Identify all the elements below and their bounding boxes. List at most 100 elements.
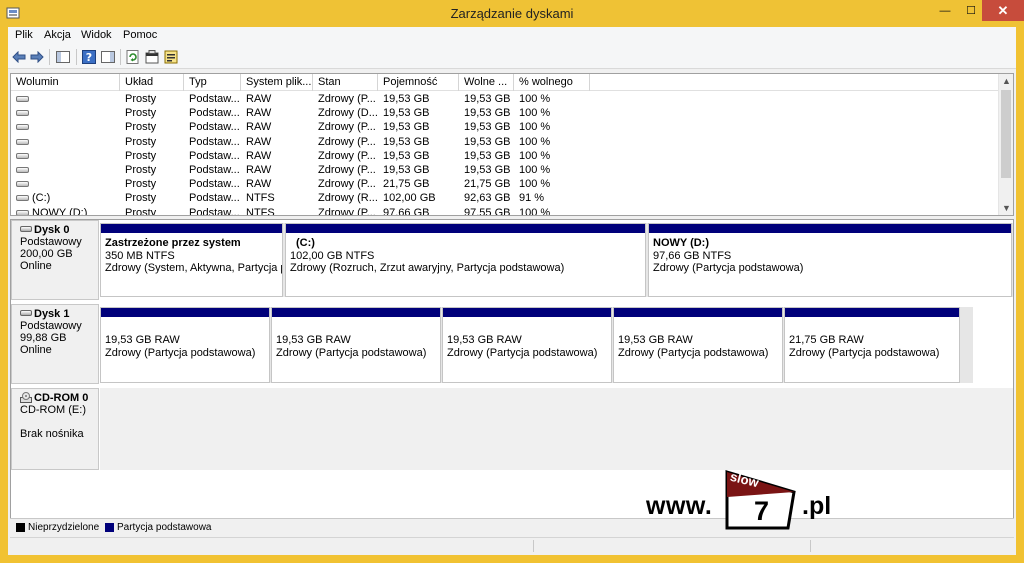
refresh-icon[interactable] [124,48,142,66]
toolbar: ? [8,45,1016,69]
table-cell: Podstaw... [189,135,240,148]
partition-raw-1[interactable]: 19,53 GB RAW Zdrowy (Partycja podstawowa) [100,307,270,383]
forward-arrow-icon[interactable] [28,48,46,66]
toolbar-separator [76,49,77,65]
column-system-plikow[interactable]: System plik... [241,74,313,91]
table-row[interactable]: Prosty Podstaw... RAW Zdrowy (P... 19,53 GB 1… [11,92,1001,106]
disk-0-status: Online [20,260,52,272]
menu-akcja[interactable]: Akcja [44,29,71,41]
partition-raw-3[interactable]: 19,53 GB RAW Zdrowy (Partycja podstawowa) [442,307,612,383]
column-pojemnosc[interactable]: Pojemność [378,74,459,91]
close-button[interactable]: ✕ [982,0,1024,21]
minimize-button[interactable]: — [932,0,958,21]
table-cell: 19,53 GB [383,164,430,176]
table-cell: NTFS [246,206,275,216]
column-procent-wolnego[interactable]: % wolnego [514,74,590,91]
disk-1-label[interactable]: Dysk 1 Podstawowy 99,88 GB Online [11,304,99,384]
partition-raw-5[interactable]: 21,75 GB RAW Zdrowy (Partycja podstawowa) [784,307,960,383]
column-wolumin[interactable]: Wolumin [11,74,120,91]
cd-drive-icon [20,392,32,403]
back-arrow-icon[interactable] [10,48,28,66]
show-hide-console-tree-icon[interactable] [54,48,72,66]
partition-d-nowy[interactable]: NOWY (D:) 97,66 GB NTFS Zdrowy (Partycja p… [648,223,1012,297]
disk-0-name: Dysk 0 [20,224,98,236]
menu-plik[interactable]: Plik [15,29,33,41]
menu-widok[interactable]: Widok [81,29,112,41]
watermark-number: 7 [754,496,770,526]
table-cell: Zdrowy (P... [318,93,376,105]
table-cell: 100 % [519,107,551,120]
partition-state: Zdrowy (System, Aktywna, Partycja podsta… [105,262,282,274]
scroll-down-icon[interactable]: ▼ [999,201,1013,215]
partition-size: 19,53 GB RAW [105,334,180,346]
table-cell: Podstaw... [189,107,240,120]
disk-1-partitions: 19,53 GB RAW Zdrowy (Partycja podstawowa)… [100,307,973,383]
menu-pomoc[interactable]: Pomoc [123,29,157,41]
volume-list-scrollbar[interactable]: ▲ ▼ [998,74,1013,215]
partition-bar [785,308,959,317]
table-cell: 19,53 GB [383,121,430,134]
legend-unallocated-swatch [16,523,25,532]
table-cell: 91 % [519,192,545,205]
table-row[interactable]: Prosty Podstaw... RAW Zdrowy (P... 19,53 GB 1… [11,120,1001,134]
cdrom-0-label[interactable]: CD-ROM 0 CD-ROM (E:) Brak nośnika [11,388,99,470]
maximize-button[interactable]: ☐ [958,0,984,21]
table-cell: 19,53 GB [383,149,430,162]
svg-text:?: ? [86,51,92,64]
disk-map: Dysk 0 Podstawowy 200,00 GB Online Zastr… [10,219,1014,519]
table-row[interactable]: Prosty Podstaw... RAW Zdrowy (P... 19,53 GB 1… [11,163,1001,177]
partition-raw-4[interactable]: 19,53 GB RAW Zdrowy (Partycja podstawowa) [613,307,783,383]
table-cell [27,177,120,191]
cdrom-0-title: CD-ROM 0 [34,392,89,404]
table-cell: 100 % [519,135,551,148]
table-row[interactable]: (C:) Prosty Podstaw... NTFS Zdrowy (R... 102,… [11,191,1001,205]
help-icon[interactable]: ? [80,48,98,66]
window-title: Zarządzanie dyskami [450,6,574,21]
table-row[interactable]: Prosty Podstaw... RAW Zdrowy (P... 21,75 GB 2… [11,177,1001,191]
column-typ[interactable]: Typ [184,74,241,91]
partition-bar [101,308,269,317]
cdrom-0-name: CD-ROM 0 [20,392,98,404]
status-divider [810,540,811,552]
table-cell: 19,53 GB [464,93,511,105]
scroll-up-icon[interactable]: ▲ [999,74,1013,88]
cdrom-0-empty-area [100,388,1013,470]
legend-primary-swatch [105,523,114,532]
disk-0-type: Podstawowy [20,236,82,248]
table-cell: 19,53 GB [464,135,511,148]
table-cell: Zdrowy (P... [318,135,376,148]
table-row[interactable]: NOWY (D:) Prosty Podstaw... NTFS Zdrowy (P..… [11,206,1001,216]
title-bar[interactable]: Zarządzanie dyskami — ☐ ✕ [0,0,1024,27]
table-cell: Prosty [125,149,157,162]
column-uklad[interactable]: Układ [120,74,184,91]
disk-1-type: Podstawowy [20,320,82,332]
table-cell: RAW [246,107,272,120]
table-row[interactable]: Prosty Podstaw... RAW Zdrowy (P... 19,53 GB 1… [11,135,1001,149]
status-bar [10,537,1014,553]
table-cell: 21,75 GB [464,178,511,191]
table-cell [27,149,120,163]
table-cell: 100 % [519,178,551,191]
table-cell: Podstaw... [189,93,240,105]
table-row[interactable]: Prosty Podstaw... RAW Zdrowy (P... 19,53 GB 1… [11,149,1001,163]
partition-state: Zdrowy (Partycja podstawowa) [653,262,804,274]
partition-system-reserved[interactable]: Zastrzeżone przez system 350 MB NTFS Zdrow… [100,223,283,297]
disk-1-size: 99,88 GB [20,332,67,344]
column-stan[interactable]: Stan [313,74,378,91]
column-wolne[interactable]: Wolne ... [459,74,514,91]
table-cell: 100 % [519,121,551,134]
show-action-pane-icon[interactable] [99,48,117,66]
scroll-thumb[interactable] [1001,90,1011,178]
disk-0-label[interactable]: Dysk 0 Podstawowy 200,00 GB Online [11,220,99,300]
table-cell: RAW [246,93,272,105]
partition-c[interactable]: (C:) 102,00 GB NTFS Zdrowy (Rozruch, Zrzut… [285,223,646,297]
partition-raw-2[interactable]: 19,53 GB RAW Zdrowy (Partycja podstawowa) [271,307,441,383]
disk-1-name: Dysk 1 [20,308,98,320]
table-row[interactable]: Prosty Podstaw... RAW Zdrowy (D... 19,53 GB 1… [11,106,1001,120]
toolbar-separator [120,49,121,65]
export-list-icon[interactable] [162,48,180,66]
table-cell: Zdrowy (P... [318,178,376,191]
properties-icon[interactable] [143,48,161,66]
table-cell [27,120,120,134]
table-cell: Podstaw... [189,192,240,205]
